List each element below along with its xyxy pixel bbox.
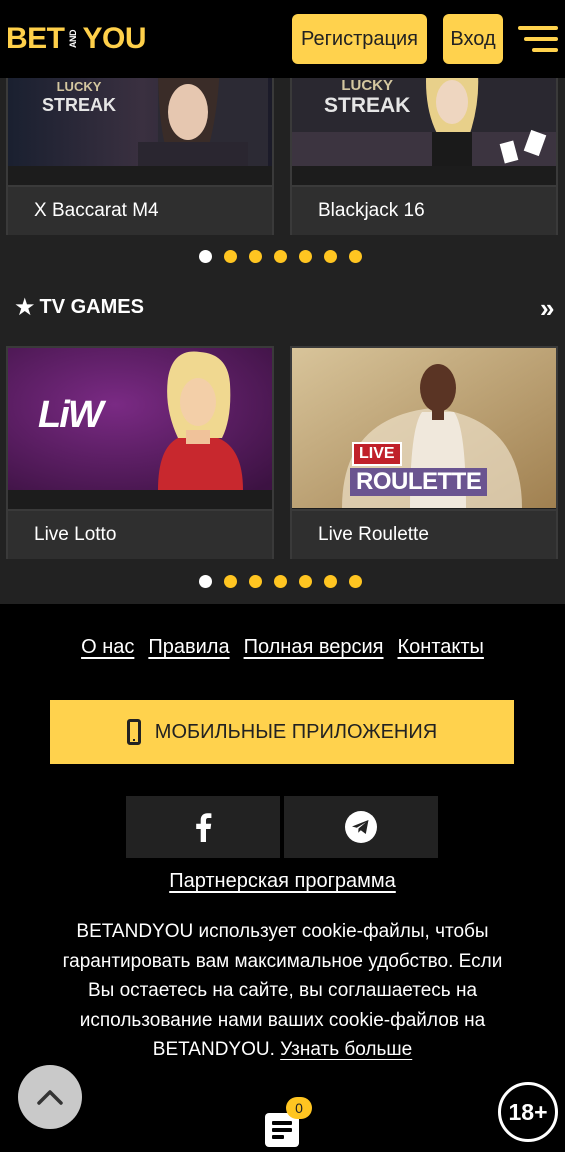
live-badge: LIVE — [352, 442, 402, 466]
register-button[interactable]: Регистрация — [292, 14, 427, 64]
partner-program-link[interactable]: Партнерская программа — [0, 870, 565, 893]
see-all-icon[interactable]: » — [540, 293, 554, 324]
star-icon: ★ — [14, 294, 36, 321]
carousel-dot[interactable] — [349, 250, 362, 263]
scroll-to-top-button[interactable] — [18, 1065, 82, 1129]
chevron-up-icon — [37, 1090, 63, 1105]
footer-links: О нас Правила Полная версия Контакты — [0, 636, 565, 659]
carousel-dot[interactable] — [324, 250, 337, 263]
game-thumbnail: LIVE ROULETTE — [292, 348, 556, 508]
live-lotto-logo: LiW — [38, 394, 104, 436]
carousel-dot[interactable] — [299, 575, 312, 588]
facebook-icon — [196, 813, 212, 842]
learn-more-link[interactable]: Узнать больше — [280, 1039, 412, 1060]
game-card-live-roulette[interactable]: LIVE ROULETTE Live Roulette — [290, 346, 558, 559]
login-button[interactable]: Вход — [443, 14, 503, 64]
carousel-dot[interactable] — [224, 250, 237, 263]
telegram-button[interactable] — [284, 796, 438, 858]
carousel-dot[interactable] — [249, 575, 262, 588]
phone-icon — [126, 719, 141, 745]
age-restriction-badge: 18+ — [498, 1082, 558, 1142]
game-card-label: X Baccarat M4 — [8, 185, 272, 235]
carousel-dot[interactable] — [274, 575, 287, 588]
logo[interactable]: BET AND YOU — [6, 22, 147, 56]
carousel-dot-active[interactable] — [199, 575, 212, 588]
footer-link-full-version[interactable]: Полная версия — [244, 636, 384, 659]
carousel-dot[interactable] — [224, 575, 237, 588]
game-thumbnail: LiW — [8, 348, 272, 490]
carousel-dot[interactable] — [299, 250, 312, 263]
logo-you: YOU — [82, 22, 147, 55]
roulette-logo: ROULETTE — [350, 468, 488, 496]
header: BET AND YOU Регистрация Вход — [0, 0, 565, 78]
game-card-label: Live Lotto — [8, 509, 272, 559]
lucky-streak-badge: LUCKY STREAK — [42, 79, 117, 115]
carousel-dots — [199, 575, 362, 588]
logo-bet: BET — [6, 22, 65, 55]
facebook-button[interactable] — [126, 796, 280, 858]
cookie-notice: BETANDYOU использует cookie-файлы, чтобы… — [62, 921, 503, 1061]
betslip-count-badge: 0 — [286, 1097, 312, 1119]
lucky-streak-badge: LUCKY STREAK — [324, 77, 411, 117]
footer-link-contacts[interactable]: Контакты — [398, 636, 484, 659]
carousel-dot[interactable] — [324, 575, 337, 588]
game-card-x-baccarat[interactable]: LUCKY STREAK X Baccarat M4 — [6, 60, 274, 235]
telegram-icon — [345, 811, 377, 843]
logo-and: AND — [68, 30, 78, 48]
menu-icon[interactable] — [518, 26, 558, 52]
carousel-dot[interactable] — [274, 250, 287, 263]
carousel-dot[interactable] — [249, 250, 262, 263]
game-card-label: Live Roulette — [292, 509, 556, 559]
section-title-tv-games[interactable]: ★ TV GAMES — [14, 293, 144, 322]
game-card-label: Blackjack 16 — [292, 185, 556, 235]
game-card-blackjack-16[interactable]: LUCKY STREAK Blackjack 16 — [290, 60, 558, 235]
carousel-dots — [199, 250, 362, 263]
mobile-apps-button[interactable]: МОБИЛЬНЫЕ ПРИЛОЖЕНИЯ — [50, 700, 514, 764]
carousel-dot[interactable] — [349, 575, 362, 588]
carousel-dot-active[interactable] — [199, 250, 212, 263]
game-card-live-lotto[interactable]: LiW Live Lotto — [6, 346, 274, 559]
footer-link-about[interactable]: О нас — [81, 636, 134, 659]
footer-link-rules[interactable]: Правила — [148, 636, 229, 659]
